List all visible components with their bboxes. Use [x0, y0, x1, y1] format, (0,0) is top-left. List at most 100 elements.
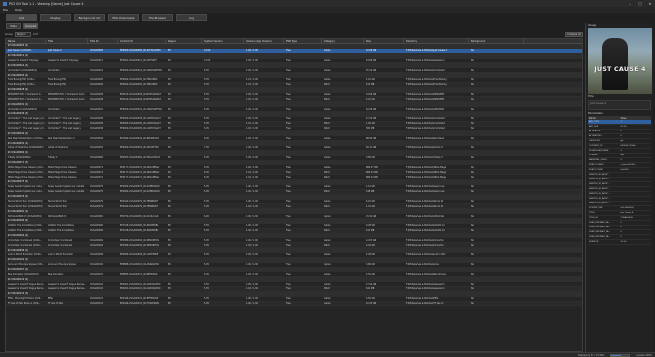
table-cell: F:\PS4\Games & Patches\Final Boxing: [406, 78, 447, 82]
param-value: 01.00: [620, 240, 627, 243]
table-cell: No: [471, 199, 474, 203]
table-cell: EU: [168, 59, 171, 62]
table-cell: F:\PS4\Games & Patches\Uncharted: [406, 68, 445, 72]
table-cell: EU: [168, 107, 171, 111]
column-header[interactable]: PSN Type: [284, 39, 322, 43]
tab-file-browser[interactable]: File Browser: [142, 14, 173, 21]
table-cell: LOGOS: The Incredibles (CUSA...: [8, 229, 44, 233]
table-cell: Tennis World Tour (CUSA00079): [8, 204, 43, 208]
table-cell: 5.50: [204, 68, 209, 72]
column-header[interactable]: Background: [469, 39, 524, 43]
tab-display[interactable]: Display: [40, 14, 71, 21]
table-cell: 50.11 GB: [366, 146, 377, 150]
table-cell: 1.51 GB: [366, 204, 375, 208]
column-header[interactable]: Content ID: [118, 39, 166, 43]
param-row[interactable]: VERSION 01.00: [588, 240, 651, 245]
minimize-icon[interactable]: –: [625, 0, 635, 7]
menu-help[interactable]: Help: [15, 8, 22, 12]
table-cell: 1.00 / 1.00: [246, 301, 258, 305]
table-cell: 5.05: [204, 127, 209, 131]
close-icon[interactable]: ✕: [645, 0, 655, 7]
table-cell: 1.00 / 1.00: [246, 263, 258, 267]
table-cell: 1.10 GB: [366, 78, 375, 82]
param-key: SERVICE_ID_ADDC...: [589, 173, 611, 176]
group-select[interactable]: Region: [14, 31, 31, 37]
param-value: 9: [620, 159, 622, 162]
table-cell: 1.00 / 1.00: [246, 49, 258, 53]
param-value: 0x0000...: [620, 168, 631, 171]
column-header[interactable]: System Version: [202, 39, 244, 43]
table-cell: Free: [286, 175, 291, 179]
table-cell: CUSA00036: [90, 127, 104, 131]
table-cell: Free: [286, 146, 291, 150]
load-progress-bar: [610, 353, 631, 357]
column-header[interactable]: Version (App Version): [244, 39, 284, 43]
group-label: ▼ CUSA00115 (3): [8, 292, 29, 296]
table-cell: 5.55: [204, 224, 209, 228]
tab-table[interactable]: Table: [6, 23, 21, 29]
table-cell: 1.00 / 1.00: [246, 253, 258, 257]
table-cell: Patch: [324, 190, 331, 194]
table-cell: No: [471, 253, 474, 257]
table-cell: TT Isle of Man Ride on (CUS...: [8, 301, 41, 305]
table-cell: Free: [286, 78, 291, 82]
param-table-body: APP_TYPE 1 APP_VER 01.00 ATTRIBUTE 0 ATTRIBUTE…: [586, 120, 653, 245]
table-cell: Game: [324, 272, 331, 276]
group-label: ▼ CUSA00107 (1): [8, 267, 29, 271]
pkg-table[interactable]: Name Title Title ID Content ID Region System …: [5, 38, 583, 352]
tab-list[interactable]: List: [6, 14, 37, 21]
table-cell: 5.05: [204, 170, 209, 174]
table-cell: 1.02 / 1.00: [246, 229, 258, 233]
status-bar: Displaying 57 / 57 PKG Loaded 100%: [0, 352, 655, 357]
table-cell: CUSA00110: [90, 282, 104, 286]
column-header[interactable]: Size: [364, 39, 404, 43]
menu-file[interactable]: File: [3, 8, 8, 12]
table-cell: 5.05: [204, 243, 209, 247]
param-key: TITLE: [589, 212, 595, 215]
table-cell: 2.10 GB: [366, 97, 375, 101]
table-cell: 1.04 / 1.00: [246, 204, 258, 208]
table-cell: CUSA00107: [90, 272, 104, 276]
table-cell: No: [471, 301, 474, 305]
table-cell: F:\PS4\Games & Patches\Ghost of: [406, 146, 443, 150]
param-value: 01.00: [620, 125, 627, 128]
tab-background-art[interactable]: Background Art: [74, 14, 105, 21]
table-cell: Uncharted™: The Lost Legacy (C...: [8, 122, 46, 126]
tab-log[interactable]: Log: [176, 14, 207, 21]
title-field[interactable]: Just Cause 4: [588, 100, 651, 110]
table-cell: Final Boxing(TM) (CUSA...: [8, 78, 36, 82]
table-cell: No: [471, 146, 474, 150]
column-header[interactable]: Title ID: [88, 39, 118, 43]
table-cell: Patch: [324, 204, 331, 208]
table-cell: EU: [168, 272, 171, 276]
table-cell: No: [471, 97, 474, 101]
table-cell: 5.05: [204, 272, 209, 276]
table-cell: Game: [324, 78, 331, 82]
table-cell: F:\PS4\Games & Patches\SOULCALI: [406, 214, 445, 218]
column-header[interactable]: Region: [166, 39, 202, 43]
table-cell: EP9000-CUSA00031_00-UNCHARTED4: [120, 107, 162, 111]
group-label: ▼ CUSA00044 (1): [8, 131, 29, 135]
table-cell: F:\PS4\Games & Patches\TT Isle of: [406, 301, 444, 305]
table-cell: Assassin's Creed® Odyssey: [8, 59, 39, 62]
tab-grouped[interactable]: Grouped: [23, 23, 38, 29]
table-cell: Game: [324, 199, 331, 203]
column-header[interactable]: Category: [322, 39, 364, 43]
table-cell: 412 MB: [366, 83, 375, 87]
tab-pkg-downloads[interactable]: PKG Downloads: [108, 14, 139, 21]
maximize-icon[interactable]: □: [635, 0, 645, 7]
table-cell: CUSA00020: [90, 78, 104, 82]
table-cell: 6.16 GB: [366, 199, 375, 203]
table-row[interactable]: TT Isle of Man Ride on (CUS... TT Isle of…: [6, 301, 582, 307]
table-cell: 5.05: [204, 156, 209, 160]
table-cell: EU: [168, 282, 171, 286]
table-cell: Free: [286, 93, 291, 97]
table-cell: Free: [286, 68, 291, 72]
column-header[interactable]: Directory: [404, 39, 469, 43]
collapse-all-button[interactable]: Collapse All: [565, 31, 583, 37]
table-cell: EP4446-CUSA00115_00-TTISLEMAN: [120, 301, 159, 305]
column-header[interactable]: Title: [46, 39, 88, 43]
table-cell: Red Dead Redemption 2: [48, 136, 75, 140]
column-header[interactable]: Name: [6, 39, 46, 43]
table-cell: F:\PS4\Games & Patches\Bee Simula: [406, 272, 446, 276]
